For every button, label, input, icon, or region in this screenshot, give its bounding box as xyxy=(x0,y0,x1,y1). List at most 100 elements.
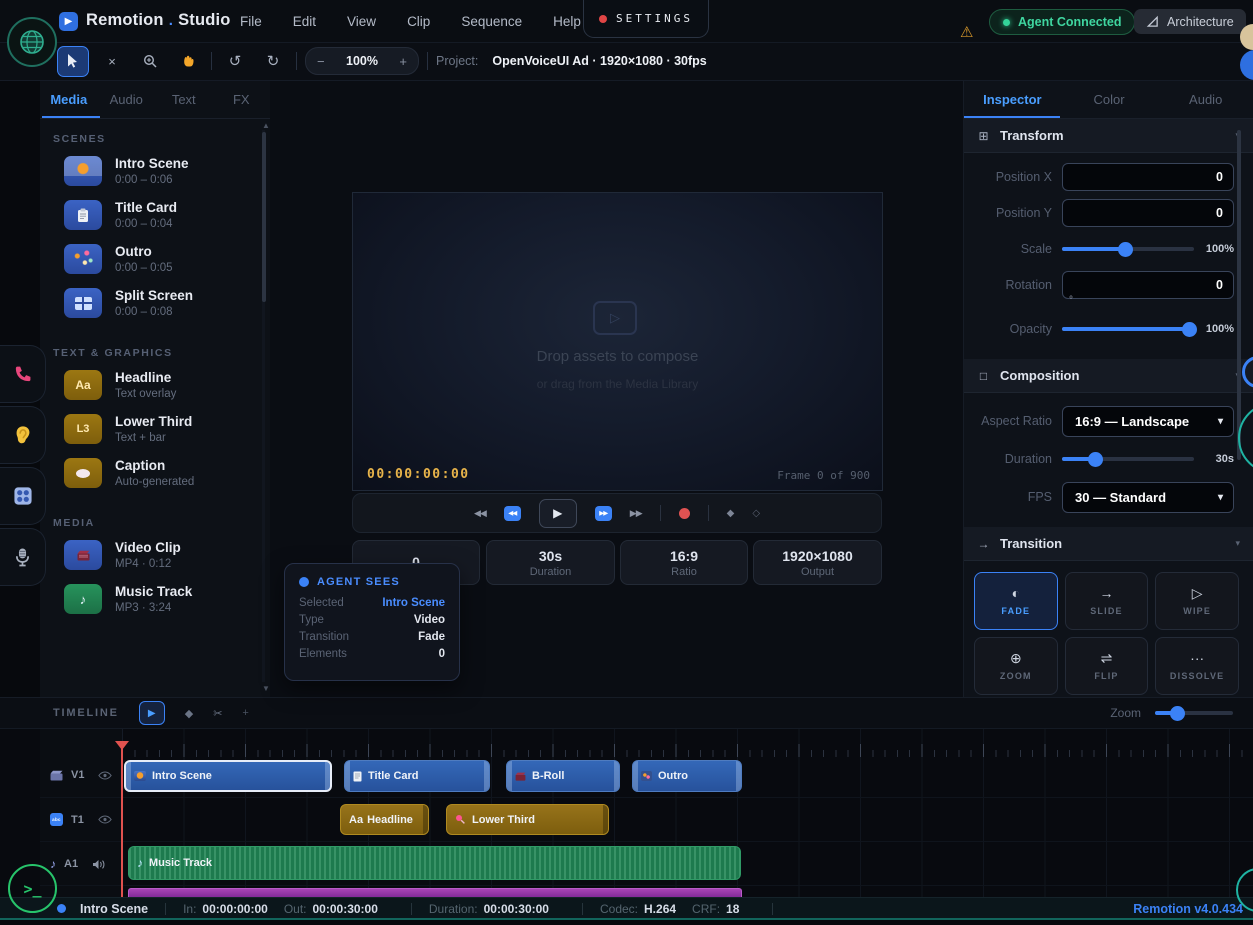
transition-section-header[interactable]: → Transition ▾ xyxy=(964,527,1253,561)
tab-inspector[interactable]: Inspector xyxy=(964,80,1061,118)
mic-panel-tab[interactable] xyxy=(0,528,46,586)
record-button[interactable] xyxy=(679,508,690,519)
globe-logo[interactable] xyxy=(7,17,57,67)
text-item-headline[interactable]: Aa Headline Text overlay xyxy=(40,363,270,407)
architecture-button[interactable]: Architecture xyxy=(1134,9,1246,34)
rewind-button[interactable]: ◀◀ xyxy=(504,506,521,521)
clip-b-roll[interactable]: B-Roll xyxy=(506,760,620,792)
tab-audio[interactable]: Audio xyxy=(1157,80,1253,118)
slider-knob[interactable] xyxy=(1118,242,1133,257)
scene-item-intro[interactable]: Intro Scene 0:00 – 0:06 xyxy=(40,149,270,193)
aspect-ratio-select[interactable]: 16:9 — Landscape ▾ xyxy=(1062,406,1234,437)
clip-lower-third[interactable]: Lower Third xyxy=(446,804,609,835)
library-tabs: Media Audio Text FX xyxy=(40,80,270,119)
hand-icon xyxy=(181,54,195,68)
duration-slider[interactable] xyxy=(1062,457,1194,461)
ear-panel-tab[interactable] xyxy=(0,406,46,464)
select-tool-button[interactable] xyxy=(57,46,89,77)
redo-button[interactable]: ↻ xyxy=(258,47,288,76)
transition-zoom-button[interactable]: ⊕ ZOOM xyxy=(974,637,1058,695)
undo-button[interactable]: ↺ xyxy=(220,47,250,76)
fps-select[interactable]: 30 — Standard ▾ xyxy=(1062,482,1234,513)
keyframe-outline-button[interactable]: ◇ xyxy=(752,508,760,519)
scroll-down-icon[interactable]: ▼ xyxy=(262,684,270,693)
slider-knob[interactable] xyxy=(1170,706,1185,721)
scene-item-split-screen[interactable]: Split Screen 0:00 – 0:08 xyxy=(40,281,270,325)
transition-slide-button[interactable]: → SLIDE xyxy=(1065,572,1149,630)
zoom-tool-button[interactable] xyxy=(135,47,165,76)
skip-end-button[interactable]: ▶▶ xyxy=(630,508,642,519)
clip-title-card[interactable]: Title Card xyxy=(344,760,490,792)
scene-item-outro[interactable]: Outro 0:00 – 0:05 xyxy=(40,237,270,281)
keyframe-button[interactable]: ◆ xyxy=(727,508,735,519)
toolbar-divider xyxy=(296,52,297,70)
timeline-title: TIMELINE xyxy=(53,707,119,719)
eye-icon[interactable] xyxy=(98,771,112,780)
cut-tool-button[interactable]: × xyxy=(97,47,127,76)
fast-forward-button[interactable]: ▶▶ xyxy=(595,506,612,521)
mixer-panel-tab[interactable] xyxy=(0,467,46,525)
media-item-music-track[interactable]: ♪ Music Track MP3 · 3:24 xyxy=(40,577,270,621)
scene-name: Title Card xyxy=(115,200,177,216)
skip-start-button[interactable]: ◀◀ xyxy=(474,508,486,519)
position-x-input[interactable]: 0 xyxy=(1062,163,1234,191)
position-y-input[interactable]: 0 xyxy=(1062,199,1234,227)
slider-knob[interactable] xyxy=(1088,452,1103,467)
tab-audio[interactable]: Audio xyxy=(98,80,156,118)
scroll-up-icon[interactable]: ▲ xyxy=(262,121,270,130)
terminal-button[interactable]: >_ xyxy=(8,864,57,913)
transition-dissolve-button[interactable]: ··· DISSOLVE xyxy=(1155,637,1239,695)
composition-section-header[interactable]: □ Composition ▾ xyxy=(964,359,1253,393)
status-codec-label: Codec: xyxy=(600,902,638,916)
transition-flip-button[interactable]: ⇌ FLIP xyxy=(1065,637,1149,695)
menu-clip[interactable]: Clip xyxy=(407,14,430,29)
field-label: FPS xyxy=(964,490,1052,504)
clip-outro[interactable]: Outro xyxy=(632,760,742,792)
menu-help[interactable]: Help xyxy=(553,14,581,29)
clip-music-track[interactable]: ♪ Music Track xyxy=(128,846,741,880)
agent-status-dot-icon xyxy=(1003,19,1010,26)
timeline-ruler[interactable] xyxy=(122,731,1253,757)
clip-headline[interactable]: Aa Headline xyxy=(340,804,429,835)
tab-fx[interactable]: FX xyxy=(213,80,271,118)
settings-tab[interactable]: SETTINGS xyxy=(583,0,709,38)
text-item-caption[interactable]: Caption Auto-generated xyxy=(40,451,270,495)
select-value: 16:9 — Landscape xyxy=(1075,414,1189,429)
media-item-video-clip[interactable]: Video Clip MP4 · 0:12 xyxy=(40,533,270,577)
menu-view[interactable]: View xyxy=(347,14,376,29)
rotation-input[interactable]: 0 xyxy=(1062,271,1234,299)
tab-color[interactable]: Color xyxy=(1061,80,1158,118)
zoom-out-button[interactable]: − xyxy=(317,54,325,69)
timeline-keyframe-button[interactable]: ◆ xyxy=(185,707,193,720)
tab-media[interactable]: Media xyxy=(40,80,98,118)
menu-edit[interactable]: Edit xyxy=(293,14,316,29)
preview-viewport[interactable]: ▷ Drop assets to compose or drag from th… xyxy=(352,192,883,491)
speaker-icon[interactable] xyxy=(92,859,105,870)
text-item-lower-third[interactable]: L3 Lower Third Text + bar xyxy=(40,407,270,451)
tile-label: DISSOLVE xyxy=(1170,671,1224,681)
timeline-zoom-slider[interactable] xyxy=(1155,711,1233,715)
phone-panel-tab[interactable] xyxy=(0,345,46,403)
menu-file[interactable]: File xyxy=(240,14,262,29)
eye-icon[interactable] xyxy=(98,815,112,824)
play-button[interactable]: ▶ xyxy=(539,499,577,528)
clip-intro-scene[interactable]: Intro Scene xyxy=(124,760,332,792)
timeline-add-track-button[interactable]: + xyxy=(242,707,248,719)
sidebar-scrollbar-thumb[interactable] xyxy=(262,132,266,302)
playhead[interactable] xyxy=(121,741,123,897)
track-divider xyxy=(40,841,1253,842)
scene-item-title-card[interactable]: Title Card 0:00 – 0:04 xyxy=(40,193,270,237)
slider-knob[interactable] xyxy=(1182,322,1197,337)
opacity-slider[interactable] xyxy=(1062,327,1194,331)
timeline-play-button[interactable]: ▶ xyxy=(139,701,165,725)
transform-section-header[interactable]: ⊞ Transform ▾ xyxy=(964,119,1253,153)
hand-tool-button[interactable] xyxy=(173,47,203,76)
menu-sequence[interactable]: Sequence xyxy=(461,14,522,29)
transition-fade-button[interactable]: ◐ FADE xyxy=(974,572,1058,630)
transition-wipe-button[interactable]: ▷ WIPE xyxy=(1155,572,1239,630)
timeline-cut-button[interactable]: ✂ xyxy=(213,707,222,720)
scale-slider[interactable] xyxy=(1062,247,1194,251)
tab-text[interactable]: Text xyxy=(155,80,213,118)
inspector-scrollbar-thumb[interactable] xyxy=(1237,130,1241,460)
zoom-in-button[interactable]: + xyxy=(399,54,407,69)
